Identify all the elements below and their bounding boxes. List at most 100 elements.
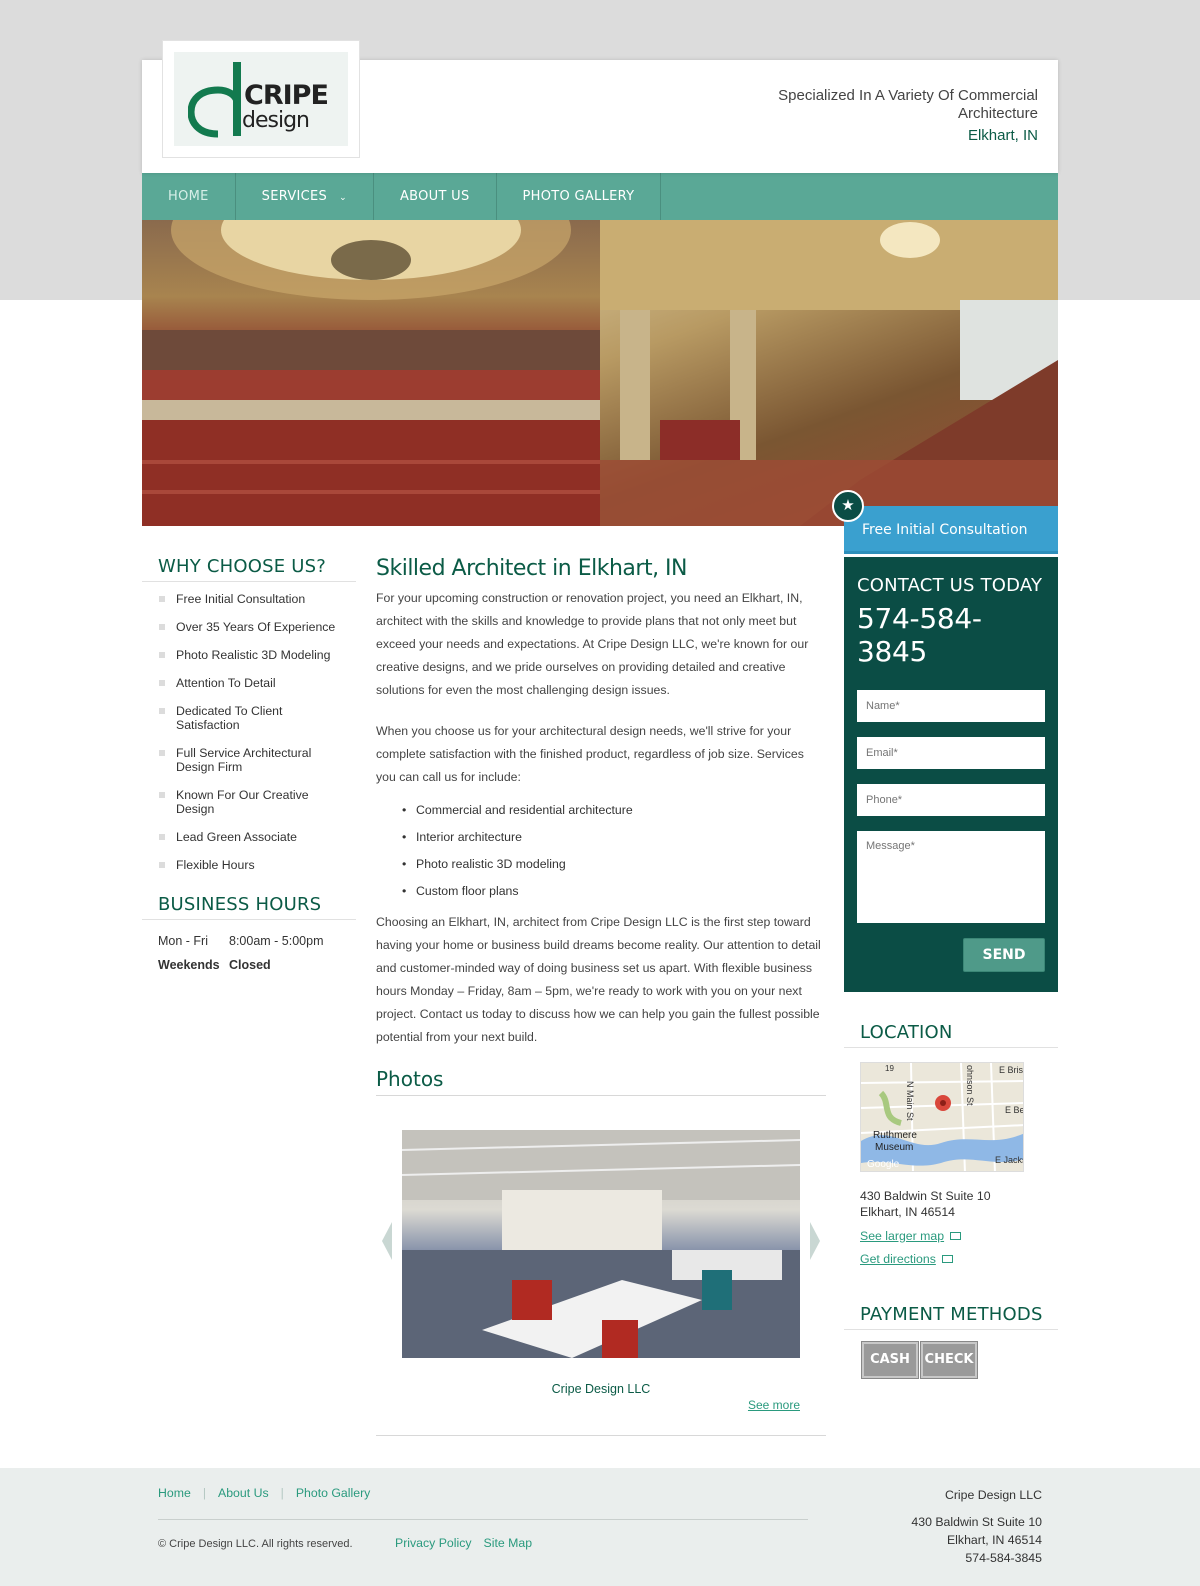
gallery-caption: Cripe Design LLC [551,1382,651,1396]
nav-item-label: SERVICES [261,189,328,204]
map-label: Ruthmere [873,1130,917,1141]
office-interior-illustration [402,1130,800,1358]
footer-address-line: Elkhart, IN 46514 [946,1533,1042,1547]
footer-link-photo-gallery[interactable]: Photo Gallery [296,1486,371,1500]
header-tagline: Specialized In A Variety Of Commercial A… [778,87,1038,122]
intro-paragraph: For your upcoming construction or renova… [376,591,809,697]
address-line: 430 Baldwin St Suite 10 [860,1189,991,1203]
hero-image-auditorium [142,220,600,526]
nav-item-label: PHOTO GALLERY [522,189,635,204]
gallery-next-arrow-icon[interactable] [810,1222,820,1260]
location-heading: LOCATION [844,1022,1058,1048]
nav-item-about-us[interactable]: ABOUT US [374,173,497,220]
phone-field[interactable] [857,784,1045,816]
business-hours: BUSINESS HOURS Mon - Fri 8:00am - 5:00pm… [142,894,356,972]
hours-time: 8:00am - 5:00pm [229,934,324,948]
list-item: Full Service Architectural Design Firm [159,746,340,774]
footer-company: Cripe Design LLC [944,1488,1042,1502]
footer-contact: Cripe Design LLC 430 Baldwin St Suite 10… [911,1486,1042,1567]
list-item: Interior architecture [402,830,826,844]
cash-icon: CASH [861,1341,919,1379]
see-more-link[interactable]: See more [748,1398,800,1412]
list-item: Custom floor plans [402,884,826,898]
logo-cd-icon [188,62,241,138]
why-choose-list: Free Initial Consultation Over 35 Years … [142,582,356,872]
check-icon: CHECK [920,1341,978,1379]
hours-day: Mon - Fri [158,934,208,948]
list-item: Lead Green Associate [159,830,340,844]
list-item: Flexible Hours [159,858,340,872]
list-item: Photo realistic 3D modeling [402,857,826,871]
nav-item-photo-gallery[interactable]: PHOTO GALLERY [497,173,662,220]
closing-paragraph: Choosing an Elkhart, IN, architect from … [376,915,821,1044]
address-line: Elkhart, IN 46514 [860,1205,956,1219]
external-window-icon [950,1232,962,1240]
free-consultation-banner[interactable]: ★ Free Initial Consultation [832,490,1058,554]
list-item: Dedicated To Client Satisfaction [159,704,340,732]
name-field[interactable] [857,690,1045,722]
contact-heading: CONTACT US TODAY [857,575,1043,596]
list-item: Photo Realistic 3D Modeling [159,648,340,662]
hours-row: Mon - Fri 8:00am - 5:00pm [158,934,340,948]
header-city: Elkhart, IN [967,127,1038,144]
payment-heading: PAYMENT METHODS [844,1304,1058,1330]
map-label: Museum [875,1142,913,1153]
photos-heading: Photos [376,1067,826,1096]
list-item: Attention To Detail [159,676,340,690]
footer-legal-links: Privacy Policy Site Map [395,1536,532,1550]
send-button[interactable]: SEND [963,938,1045,972]
auditorium-illustration [142,220,600,526]
see-larger-map-link[interactable]: See larger map [844,1229,1058,1243]
link-label: Get directions [860,1252,936,1266]
services-paragraph: When you choose us for your architectura… [376,724,804,784]
lobby-illustration [600,220,1058,526]
gallery-prev-arrow-icon[interactable] [382,1222,392,1260]
email-field[interactable] [857,737,1045,769]
map-label: E Jackso [995,1155,1024,1165]
hero-banner [142,220,1058,526]
page-title: Skilled Architect in Elkhart, IN [376,556,688,581]
contact-phone[interactable]: 574-584-3845 [857,602,1045,668]
list-item: Over 35 Years Of Experience [159,620,340,634]
link-label: See larger map [860,1229,945,1243]
why-choose-heading: WHY CHOOSE US? [142,556,356,582]
star-icon: ★ [832,490,864,522]
footer-divider [158,1519,808,1520]
nav-item-home[interactable]: HOME [142,173,236,220]
hero-image-lobby [600,220,1058,526]
logo-word-design: design [242,108,310,133]
right-sidebar: ★ Free Initial Consultation CONTACT US T… [832,490,1058,1379]
contact-form: CONTACT US TODAY 574-584-3845 SEND [844,557,1058,992]
logo-mark: CRIPE design [174,52,348,146]
payment-section: PAYMENT METHODS CASH CHECK [844,1304,1058,1379]
footer-address-line: 430 Baldwin St Suite 10 [911,1515,1042,1529]
hours-row: Weekends Closed [158,958,340,972]
map-label: E Be [1005,1105,1024,1115]
logo[interactable]: CRIPE design [162,40,360,158]
get-directions-link[interactable]: Get directions [844,1252,1058,1266]
list-item: Free Initial Consultation [159,592,340,606]
left-sidebar: WHY CHOOSE US? Free Initial Consultation… [142,556,356,982]
footer-link-home[interactable]: Home [158,1486,191,1500]
nav-item-services[interactable]: SERVICES ⌄ [236,173,374,220]
external-window-icon [941,1255,953,1263]
free-consultation-label: Free Initial Consultation [862,522,1028,538]
footer-nav: Home | About Us | Photo Gallery [158,1486,370,1500]
location-address: 430 Baldwin St Suite 10 Elkhart, IN 4651… [844,1188,1058,1220]
site-map-link[interactable]: Site Map [484,1536,533,1550]
message-field[interactable] [857,831,1045,923]
footer-link-about-us[interactable]: About Us [218,1486,269,1500]
map-illustration: 19 E Brist E Be E Jackso Ruthmere Museum… [861,1063,1024,1171]
location-map[interactable]: 19 E Brist E Be E Jackso Ruthmere Museum… [860,1062,1024,1172]
location-section: LOCATION 19 E Brist E Be E Jack Ruthmere… [844,1022,1058,1266]
footer-separator: | [280,1486,284,1500]
privacy-policy-link[interactable]: Privacy Policy [395,1536,472,1550]
article: Skilled Architect in Elkhart, IN For you… [376,556,826,1436]
chevron-down-icon: ⌄ [339,193,347,203]
photo-gallery: Cripe Design LLC See more [376,1096,826,1436]
nav-item-label: HOME [168,189,209,204]
footer-phone[interactable]: 574-584-3845 [911,1549,1042,1567]
map-label: ohnson St [965,1065,975,1106]
main-nav: HOME SERVICES ⌄ ABOUT US PHOTO GALLERY [142,173,1058,220]
gallery-photo[interactable] [402,1130,800,1358]
